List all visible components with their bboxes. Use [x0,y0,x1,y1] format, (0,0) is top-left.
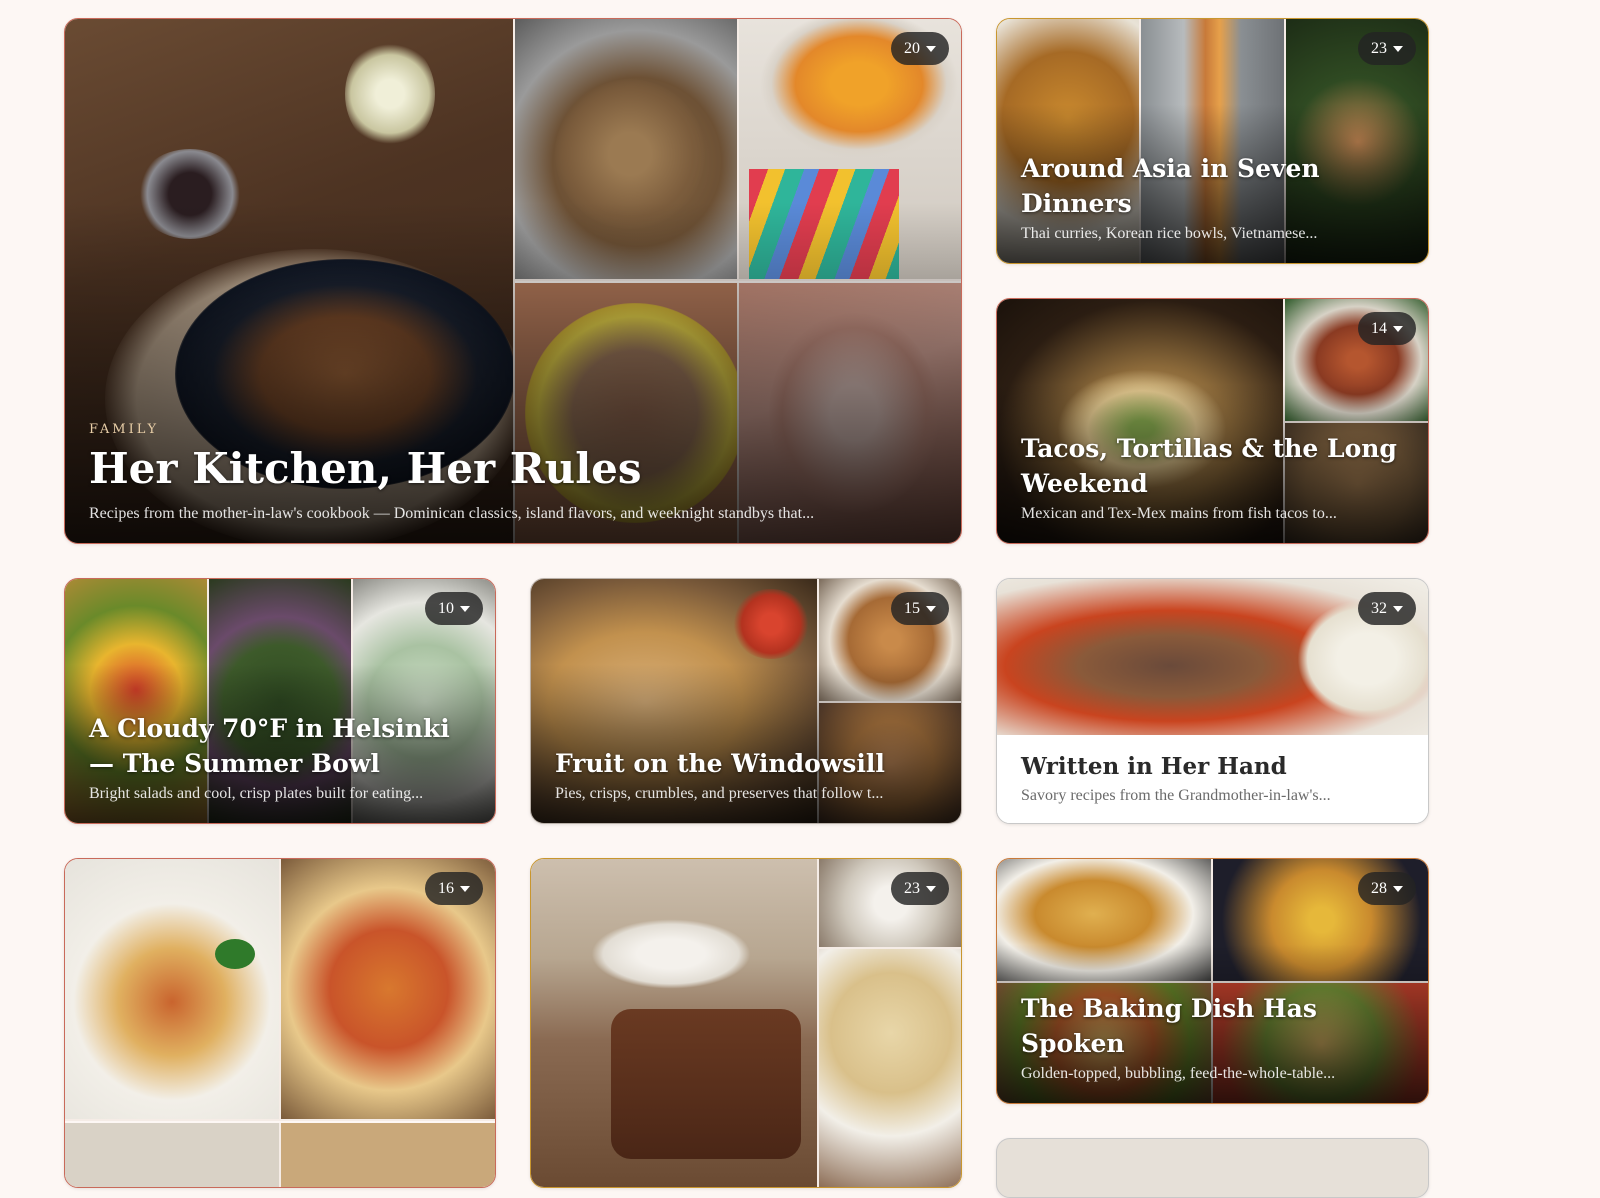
recipe-count: 23 [1371,39,1387,57]
caret-down-icon [926,885,936,892]
recipe-count-dropdown[interactable]: 23 [891,872,949,905]
recipe-count: 32 [1371,599,1387,617]
caret-down-icon [460,605,470,612]
recipe-count: 20 [904,39,920,57]
flour-bowl-photo [819,859,961,949]
recipe-count-dropdown[interactable]: 20 [891,32,949,65]
collection-card-baking[interactable]: 23 [530,858,962,1188]
collection-title: Her Kitchen, Her Rules [89,443,642,493]
collection-caption: The Baking Dish Has Spoken Golden-topped… [1021,991,1404,1083]
caret-down-icon [1393,325,1403,332]
caret-down-icon [926,605,936,612]
recipe-count-dropdown[interactable]: 15 [891,592,949,625]
recipe-count: 15 [904,599,920,617]
collection-description: Bright salads and cool, crisp plates bui… [89,785,424,802]
collection-title: The Baking Dish Has Spoken [1021,994,1317,1058]
recipe-count: 16 [438,879,454,897]
collection-caption: Fruit on the Windowsill Pies, crisps, cr… [555,746,937,803]
collection-description: Golden-topped, bubbling, feed-the-whole-… [1021,1065,1336,1082]
chocolate-cake-photo [531,859,819,1187]
collection-caption: Written in Her Hand Savory recipes from … [997,735,1428,823]
lasagna-plate-photo [65,859,281,1121]
collection-caption: A Cloudy 70°F in Helsinki — The Summer B… [89,711,471,803]
caret-down-icon [1393,45,1403,52]
recipe-count-dropdown[interactable]: 28 [1358,872,1416,905]
collection-mosaic [531,859,961,1187]
collection-caption: FAMILY Her Kitchen, Her Rules Recipes fr… [89,422,937,524]
recipe-count-dropdown[interactable]: 14 [1358,312,1416,345]
collection-title: Tacos, Tortillas & the Long Weekend [1021,434,1397,498]
collection-mosaic [65,859,495,1187]
recipe-count: 10 [438,599,454,617]
collection-caption: Tacos, Tortillas & the Long Weekend Mexi… [1021,431,1404,523]
recipe-count: 14 [1371,319,1387,337]
recipe-count-dropdown[interactable]: 16 [425,872,483,905]
collection-description: Recipes from the mother-in-law's cookboo… [89,505,815,522]
caret-down-icon [1393,885,1403,892]
collection-card-fruit-windowsill[interactable]: 15 Fruit on the Windowsill Pies, crisps,… [530,578,962,824]
collection-title: Fruit on the Windowsill [555,749,885,778]
recipe-count-dropdown[interactable]: 32 [1358,592,1416,625]
lasagna-plate-photo-2 [65,1123,281,1187]
collection-description: Thai curries, Korean rice bowls, Vietnam… [1021,225,1318,242]
collection-card-summer-bowl[interactable]: 10 A Cloudy 70°F in Helsinki — The Summe… [64,578,496,824]
collection-category: FAMILY [89,421,160,437]
collection-card-her-kitchen[interactable]: 20 FAMILY Her Kitchen, Her Rules Recipes… [64,18,962,544]
collection-caption: Around Asia in Seven Dinners Thai currie… [1021,151,1404,243]
caret-down-icon [926,45,936,52]
recipe-count-dropdown[interactable]: 23 [1358,32,1416,65]
collection-card-around-asia[interactable]: 23 Around Asia in Seven Dinners Thai cur… [996,18,1429,264]
collection-title: A Cloudy 70°F in Helsinki — The Summer B… [89,714,450,778]
recipe-count: 23 [904,879,920,897]
collection-description: Mexican and Tex-Mex mains from fish taco… [1021,505,1337,522]
caret-down-icon [1393,605,1403,612]
collection-title: Around Asia in Seven Dinners [1021,154,1320,218]
collection-card-next[interactable] [996,1138,1429,1198]
sugar-cookies-photo [819,949,961,1187]
recipe-count: 28 [1371,879,1387,897]
baked-ziti-photo-2 [281,1123,495,1187]
collection-card-written-in-her-hand[interactable]: 32 Written in Her Hand Savory recipes fr… [996,578,1429,824]
collection-description: Savory recipes from the Grandmother-in-l… [1021,787,1331,805]
collection-description: Pies, crisps, crumbles, and preserves th… [555,785,884,802]
collection-title: Written in Her Hand [1021,753,1287,780]
collection-card-pasta-bake[interactable]: 16 [64,858,496,1188]
recipe-count-dropdown[interactable]: 10 [425,592,483,625]
collection-card-baking-dish[interactable]: 28 The Baking Dish Has Spoken Golden-top… [996,858,1429,1104]
collection-card-tacos[interactable]: 14 Tacos, Tortillas & the Long Weekend M… [996,298,1429,544]
caret-down-icon [460,885,470,892]
